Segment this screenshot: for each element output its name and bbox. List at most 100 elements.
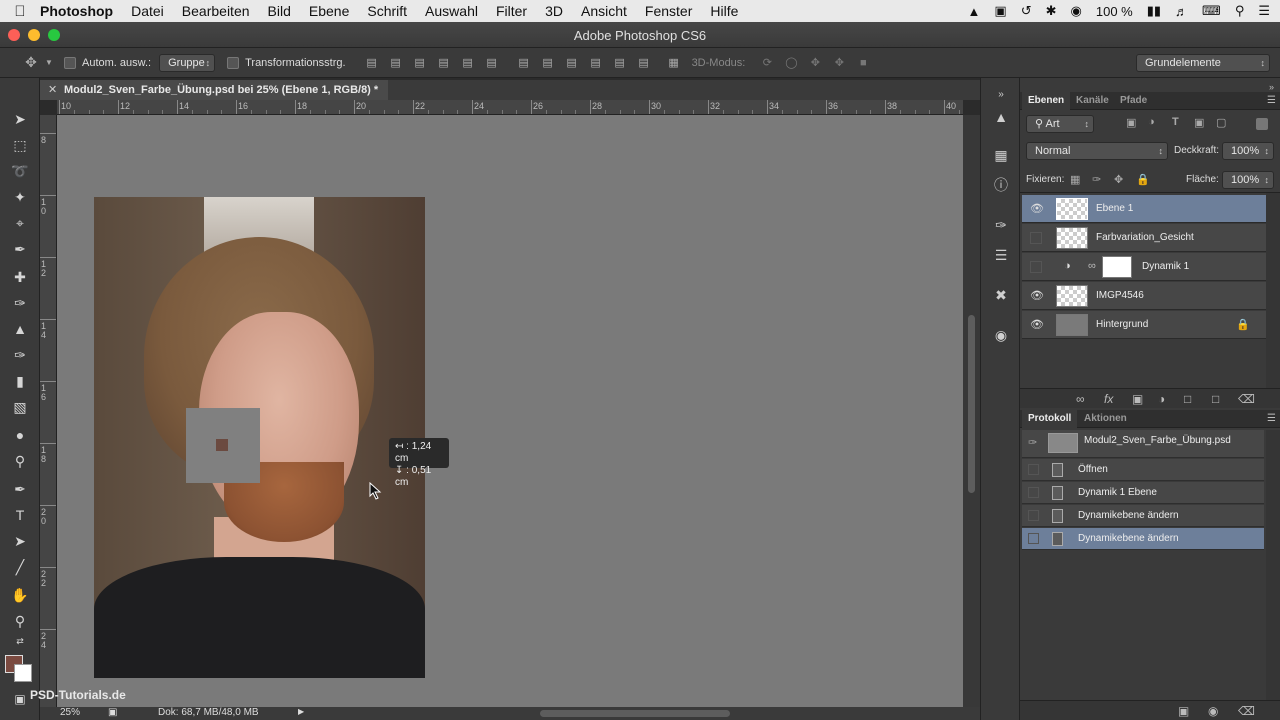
menu-3d[interactable]: 3D: [545, 3, 563, 19]
delete-layer-icon[interactable]: ⌫: [1238, 392, 1255, 406]
eraser-tool-icon[interactable]: ▮: [6, 370, 34, 392]
vertical-ruler[interactable]: 8 10 12 14 16 18 20 22 24: [40, 115, 57, 707]
3d-pan-icon[interactable]: ✥: [803, 56, 827, 69]
close-document-icon[interactable]: ✕: [48, 80, 57, 100]
layer-selection-square[interactable]: [186, 408, 260, 483]
menu-fenster[interactable]: Fenster: [645, 3, 692, 19]
history-panel-icon[interactable]: ▦: [989, 144, 1013, 166]
info-panel-icon[interactable]: ⓘ: [989, 174, 1013, 196]
hand-tool-icon[interactable]: ✋: [6, 584, 34, 606]
align-bottom-icon[interactable]: ▤: [408, 56, 432, 69]
pen-tool-icon[interactable]: ✒: [6, 478, 34, 500]
distribute-bottom-icon[interactable]: ▤: [560, 56, 584, 69]
delete-state-icon[interactable]: ⌫: [1238, 704, 1255, 718]
layer-row-dynamik-1[interactable]: ◑ ∞ Dynamik 1: [1022, 253, 1266, 281]
menu-ebene[interactable]: Ebene: [309, 3, 349, 19]
workspace-dropdown[interactable]: Grundelemente: [1136, 53, 1270, 72]
lock-all-icon[interactable]: 🔒: [1136, 173, 1150, 186]
canvas-horizontal-scroll-thumb[interactable]: [540, 710, 730, 717]
lock-transparency-icon[interactable]: ▦: [1070, 173, 1080, 186]
menu-ansicht[interactable]: Ansicht: [581, 3, 627, 19]
distribute-top-icon[interactable]: ▤: [512, 56, 536, 69]
tab-ebenen[interactable]: Ebenen: [1022, 92, 1071, 110]
align-vcenter-icon[interactable]: ▤: [384, 56, 408, 69]
canvas-vertical-scroll-thumb[interactable]: [968, 315, 975, 493]
swap-colors-icon[interactable]: ⇄: [6, 634, 34, 648]
layer-style-fx-icon[interactable]: fx: [1104, 392, 1113, 406]
eyedropper-tool-icon[interactable]: ✒: [6, 238, 34, 260]
link-icon[interactable]: ∞: [1088, 260, 1096, 272]
filter-shape-icon[interactable]: ▣: [1194, 116, 1204, 129]
lock-pixels-icon[interactable]: ✑: [1092, 173, 1101, 186]
clone-stamp-tool-icon[interactable]: ▲: [6, 318, 34, 340]
menu-filter[interactable]: Filter: [496, 3, 527, 19]
auto-select-checkbox[interactable]: [64, 56, 76, 69]
volume-icon[interactable]: ♬: [1175, 4, 1188, 19]
adobe-status-icon[interactable]: ▲: [968, 4, 981, 19]
move-tool-preset-icon[interactable]: ✥: [18, 54, 44, 71]
layer-mask-thumbnail[interactable]: [1102, 256, 1132, 278]
filter-type-icon[interactable]: T: [1172, 116, 1179, 128]
tab-protokoll[interactable]: Protokoll: [1022, 410, 1078, 428]
layer-row-imgp4546[interactable]: 👁 IMGP4546: [1022, 282, 1266, 310]
history-brush-tool-icon[interactable]: ✑: [6, 344, 34, 366]
gradient-tool-icon[interactable]: ▧: [6, 396, 34, 418]
history-brush-source-icon[interactable]: ✑: [1028, 436, 1037, 449]
spotlight-search-icon[interactable]: ⚲: [1235, 3, 1245, 19]
history-scrollbar[interactable]: [1266, 430, 1280, 700]
menu-hilfe[interactable]: Hilfe: [710, 3, 738, 19]
collapse-strip-icon[interactable]: »: [989, 84, 1013, 106]
add-mask-icon[interactable]: ▣: [1132, 392, 1143, 406]
filter-pixel-icon[interactable]: ▣: [1126, 116, 1136, 129]
brush-tool-icon[interactable]: ✑: [6, 292, 34, 314]
align-right-icon[interactable]: ▤: [480, 56, 504, 69]
lasso-tool-icon[interactable]: ➰: [6, 160, 34, 182]
visibility-eye-icon[interactable]: 👁: [1030, 202, 1044, 216]
layers-panel-menu-icon[interactable]: ☰: [1267, 95, 1276, 106]
magic-wand-tool-icon[interactable]: ✦: [6, 186, 34, 208]
history-item[interactable]: Dynamikebene ändern: [1022, 505, 1264, 527]
3d-rotate-icon[interactable]: ⟳: [755, 56, 779, 69]
blur-tool-icon[interactable]: ●: [6, 424, 34, 446]
3d-slide-icon[interactable]: ✥: [827, 56, 851, 69]
transform-controls-checkbox[interactable]: [227, 56, 240, 69]
fill-input[interactable]: 100%: [1222, 171, 1274, 189]
visibility-eye-icon[interactable]: 👁: [1030, 318, 1044, 332]
menu-datei[interactable]: Datei: [131, 3, 164, 19]
visibility-toggle-empty[interactable]: [1030, 261, 1042, 273]
history-item[interactable]: Dynamik 1 Ebene: [1022, 482, 1264, 504]
kuler-panel-icon[interactable]: ◉: [989, 324, 1013, 346]
horizontal-ruler[interactable]: 10 12 14 16 18 20 22 24 26 28 30 32 34 36 38 40: [57, 100, 963, 115]
path-selection-tool-icon[interactable]: ➤: [6, 530, 34, 552]
collapse-panels-icon[interactable]: »: [1269, 82, 1274, 92]
background-color-swatch[interactable]: [14, 664, 32, 682]
new-group-icon[interactable]: □: [1184, 392, 1191, 406]
distribute-right-icon[interactable]: ▤: [632, 56, 656, 69]
dodge-tool-icon[interactable]: ⚲: [6, 450, 34, 472]
line-tool-icon[interactable]: ╱: [6, 556, 34, 578]
auto-select-dropdown[interactable]: Gruppe: [159, 53, 216, 72]
link-layers-icon[interactable]: ∞: [1076, 392, 1085, 406]
menu-app-name[interactable]: Photoshop: [40, 3, 113, 19]
document-tab[interactable]: ✕ Modul2_Sven_Farbe_Übung.psd bei 25% (E…: [40, 80, 389, 100]
time-machine-icon[interactable]: ↺: [1021, 3, 1032, 19]
tab-pfade[interactable]: Pfade: [1114, 92, 1153, 110]
filter-smart-object-icon[interactable]: ▢: [1216, 116, 1226, 129]
wifi-icon[interactable]: ◉: [1071, 3, 1082, 19]
filter-toggle-switch[interactable]: [1256, 118, 1268, 130]
menu-auswahl[interactable]: Auswahl: [425, 3, 478, 19]
marquee-tool-icon[interactable]: ⬚: [6, 134, 34, 156]
preset-dropdown-icon[interactable]: ▼: [44, 58, 54, 67]
new-adjustment-icon[interactable]: ◑: [1158, 392, 1165, 406]
filter-adjustment-icon[interactable]: ◑: [1148, 116, 1155, 128]
tools-panel-icon[interactable]: ✖: [989, 284, 1013, 306]
new-snapshot-icon[interactable]: ◉: [1208, 704, 1218, 718]
menu-bearbeiten[interactable]: Bearbeiten: [182, 3, 250, 19]
zoom-tool-icon[interactable]: ⚲: [6, 610, 34, 632]
bluetooth-icon[interactable]: ✱: [1046, 3, 1057, 19]
layer-row-ebene-1[interactable]: 👁 Ebene 1: [1022, 195, 1266, 223]
layers-scrollbar[interactable]: [1266, 193, 1280, 389]
canvas-vertical-scrollbar[interactable]: [963, 115, 980, 707]
healing-brush-tool-icon[interactable]: ✚: [6, 266, 34, 288]
crop-tool-icon[interactable]: ⌖: [6, 212, 34, 234]
